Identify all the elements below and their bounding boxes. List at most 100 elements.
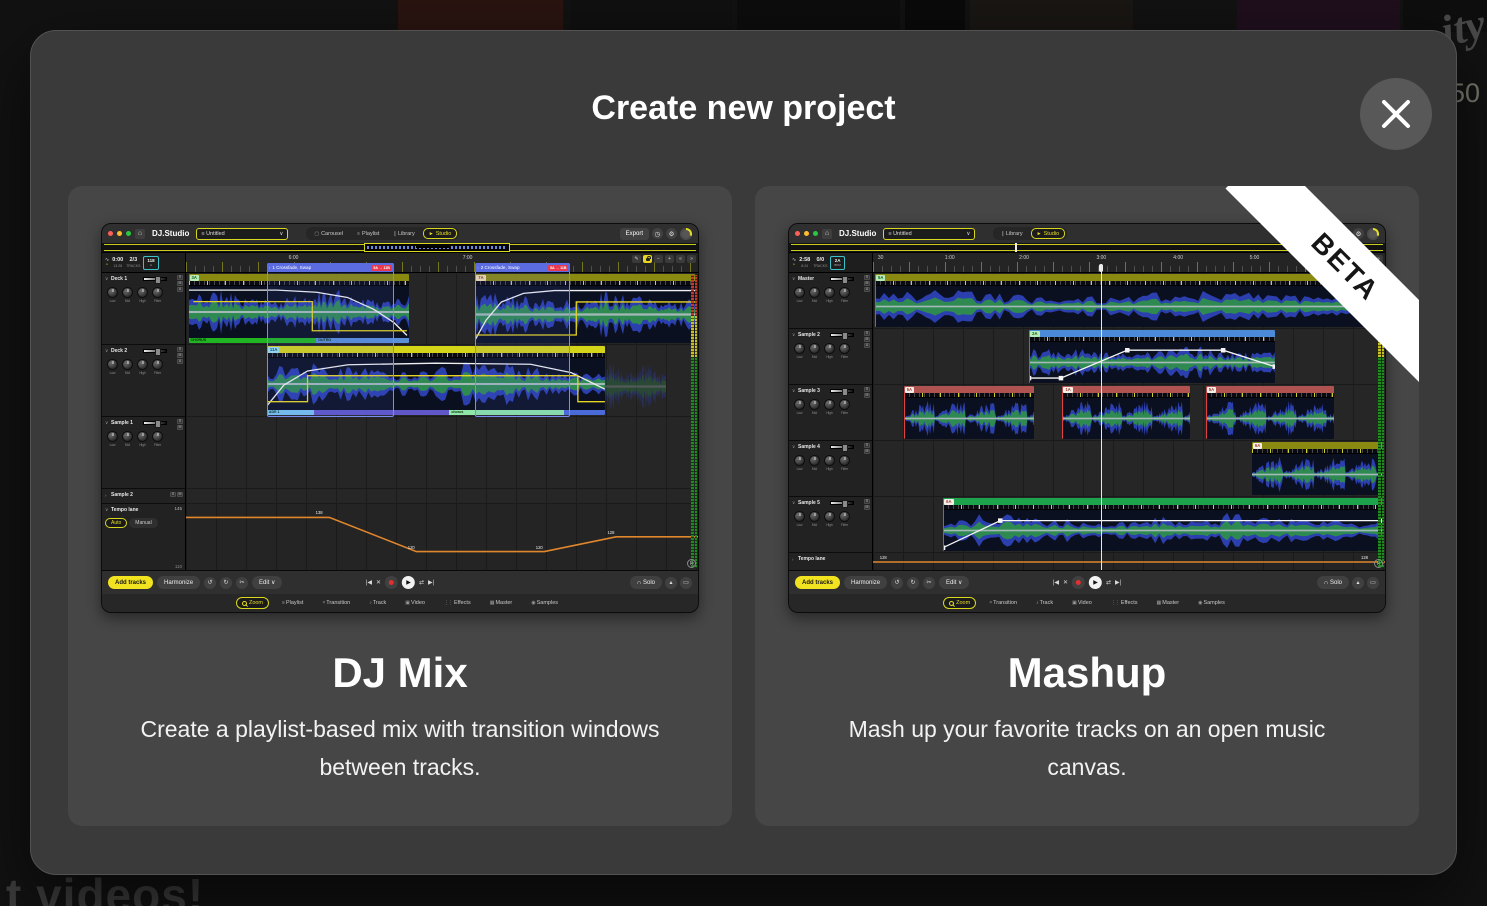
chevron-right-icon[interactable]: › bbox=[105, 493, 109, 498]
track-button-m[interactable]: M bbox=[177, 492, 183, 497]
tab-carousel[interactable]: ▢Carousel bbox=[308, 228, 349, 239]
bottom-tab-effects[interactable]: ⋮⋮Effects bbox=[1105, 597, 1144, 609]
knob-dial[interactable] bbox=[824, 455, 835, 466]
knob-mid[interactable]: Mid bbox=[122, 359, 133, 375]
transition-header[interactable]: ◦2 Crossfade, Swap5A → 11B bbox=[475, 263, 570, 272]
knob-dial[interactable] bbox=[839, 511, 850, 522]
knob-high[interactable]: High bbox=[824, 399, 835, 415]
knob-dial[interactable] bbox=[839, 287, 850, 298]
audio-clip[interactable]: 5A bbox=[875, 274, 1383, 327]
jump-forward-button[interactable]: » bbox=[1374, 255, 1383, 263]
pencil-button[interactable]: ✎ bbox=[1319, 255, 1328, 263]
zoom-in-button[interactable]: + bbox=[665, 255, 674, 263]
knob-dial[interactable] bbox=[824, 343, 835, 354]
transition-window[interactable]: ◦2 Crossfade, Swap5A → 11B bbox=[475, 263, 570, 417]
track-volume-slider[interactable] bbox=[143, 277, 167, 281]
chevron-down-icon[interactable]: ∨ bbox=[792, 332, 796, 338]
track-volume-slider[interactable] bbox=[830, 277, 854, 281]
audio-clip[interactable]: 5A bbox=[904, 386, 1035, 439]
knob-mid[interactable]: Mid bbox=[809, 455, 820, 471]
track-volume-slider[interactable] bbox=[830, 389, 854, 393]
track-volume-slider[interactable] bbox=[830, 445, 854, 449]
knob-dial[interactable] bbox=[137, 359, 148, 370]
track-volume-slider[interactable] bbox=[830, 501, 854, 505]
track-button-a[interactable]: A bbox=[864, 287, 870, 292]
knob-dial[interactable] bbox=[107, 431, 118, 442]
zoom-in-button[interactable]: + bbox=[1352, 255, 1361, 263]
solo-button[interactable]: ∩ Solo bbox=[630, 576, 662, 589]
time-ruler[interactable]: 6:007:00✎−+«» bbox=[186, 253, 698, 273]
close-button[interactable] bbox=[1360, 78, 1432, 150]
pencil-button[interactable]: ✎ bbox=[632, 255, 641, 263]
knob-filter[interactable]: Filter bbox=[839, 511, 850, 527]
option-card-mashup[interactable]: ⌂DJ.Studio≡ Untitled∨∥Library►StudioExpo… bbox=[755, 186, 1419, 826]
bottom-tab-transition[interactable]: ×Transition bbox=[983, 597, 1023, 609]
skip-to-end-button[interactable]: ▶| bbox=[1115, 579, 1121, 586]
chevron-down-icon[interactable]: ∨ bbox=[105, 507, 109, 513]
knob-mid[interactable]: Mid bbox=[809, 343, 820, 359]
avatar[interactable] bbox=[680, 228, 692, 240]
home-button[interactable]: ⌂ bbox=[822, 229, 832, 239]
knob-low[interactable]: Low bbox=[107, 431, 118, 447]
knob-dial[interactable] bbox=[794, 455, 805, 466]
record-button[interactable] bbox=[385, 576, 398, 589]
harmonize-button[interactable]: Harmonize bbox=[844, 576, 887, 589]
snap-lock-button[interactable] bbox=[1330, 255, 1339, 263]
bottom-tab-samples[interactable]: ◉Samples bbox=[525, 597, 564, 609]
record-button[interactable] bbox=[1072, 576, 1085, 589]
track-button-a[interactable]: A bbox=[177, 287, 183, 292]
transition-window[interactable]: ◦1 Crossfade, Swap5A → 11B bbox=[267, 263, 394, 417]
overview-viewport[interactable] bbox=[364, 243, 510, 252]
knob-dial[interactable] bbox=[107, 359, 118, 370]
add-tracks-button[interactable]: Add tracks bbox=[108, 576, 153, 589]
transition-header[interactable]: ◦1 Crossfade, Swap5A → 11B bbox=[267, 263, 394, 272]
bottom-tab-track[interactable]: ♪Track bbox=[363, 597, 392, 609]
export-button[interactable]: Export bbox=[1307, 228, 1336, 240]
audio-clip[interactable]: 5A bbox=[1206, 386, 1334, 439]
knob-dial[interactable] bbox=[107, 287, 118, 298]
snap-lock-button[interactable] bbox=[643, 255, 652, 263]
knob-dial[interactable] bbox=[839, 399, 850, 410]
knob-low[interactable]: Low bbox=[794, 455, 805, 471]
avatar[interactable] bbox=[1367, 228, 1379, 240]
knob-dial[interactable] bbox=[809, 511, 820, 522]
knob-dial[interactable] bbox=[839, 343, 850, 354]
knob-filter[interactable]: Filter bbox=[839, 287, 850, 303]
mute-button[interactable]: ✕ bbox=[376, 579, 381, 586]
bottom-tab-effects[interactable]: ⋮⋮Effects bbox=[438, 597, 477, 609]
chevron-down-icon[interactable]: ∨ bbox=[792, 500, 796, 506]
knob-dial[interactable] bbox=[137, 431, 148, 442]
track-button-m[interactable]: M bbox=[864, 337, 870, 342]
traffic-light-green[interactable] bbox=[813, 231, 818, 236]
jump-back-button[interactable]: « bbox=[1363, 255, 1372, 263]
tab-studio[interactable]: ►Studio bbox=[423, 228, 458, 239]
overview-playhead[interactable] bbox=[1015, 243, 1017, 252]
knob-mid[interactable]: Mid bbox=[122, 287, 133, 303]
knob-dial[interactable] bbox=[122, 431, 133, 442]
play-button[interactable]: ▶ bbox=[402, 576, 415, 589]
time-ruler[interactable]: 301:002:003:004:005:00✎−+«» bbox=[873, 253, 1385, 273]
tempo-mode-auto[interactable]: Auto bbox=[105, 518, 127, 528]
bottom-tab-master[interactable]: ▦Master bbox=[1151, 597, 1186, 609]
track-button-m[interactable]: M bbox=[177, 281, 183, 286]
bottom-tab-zoom[interactable]: Zoom bbox=[943, 597, 976, 609]
playhead[interactable] bbox=[1101, 264, 1102, 570]
undo-button[interactable]: ↺ bbox=[204, 577, 216, 589]
cut-button[interactable]: ✂ bbox=[923, 577, 935, 589]
track-button-a[interactable]: A bbox=[864, 343, 870, 348]
knob-dial[interactable] bbox=[839, 455, 850, 466]
knob-dial[interactable] bbox=[122, 287, 133, 298]
chevron-right-icon[interactable]: › bbox=[792, 557, 796, 562]
knob-filter[interactable]: Filter bbox=[839, 343, 850, 359]
export-button[interactable]: Export bbox=[620, 228, 649, 240]
traffic-light-yellow[interactable] bbox=[804, 231, 809, 236]
track-button-s[interactable]: S bbox=[864, 443, 870, 448]
track-button-a[interactable]: A bbox=[177, 359, 183, 364]
knob-high[interactable]: High bbox=[137, 431, 148, 447]
option-card-dj-mix[interactable]: ⌂DJ.Studio≡ Untitled∨▢Carousel≡Playlist∥… bbox=[68, 186, 732, 826]
track-button-s[interactable]: S bbox=[170, 492, 176, 497]
knob-filter[interactable]: Filter bbox=[839, 455, 850, 471]
chevron-down-icon[interactable]: ∨ bbox=[105, 348, 109, 354]
knob-low[interactable]: Low bbox=[794, 343, 805, 359]
knob-dial[interactable] bbox=[794, 511, 805, 522]
